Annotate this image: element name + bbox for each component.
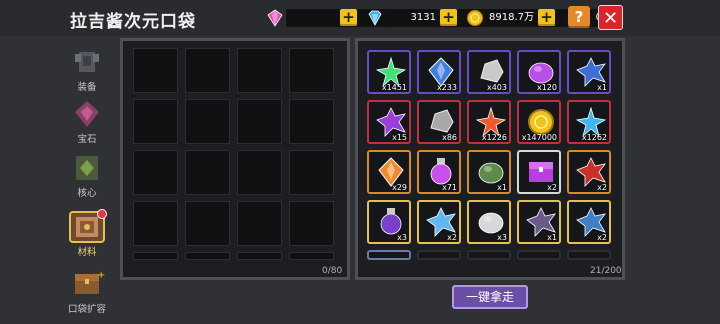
inventory-item[interactable]: x2 <box>517 150 561 194</box>
material-icon <box>69 209 107 243</box>
inventory-item[interactable]: x1262 <box>567 100 611 144</box>
item-quantity: x86 <box>442 133 457 142</box>
gold-plus-button[interactable]: + <box>538 9 555 26</box>
pocket-slot[interactable] <box>289 99 334 144</box>
pocket-slot[interactable] <box>133 150 178 195</box>
inventory-item[interactable]: x233 <box>417 50 461 94</box>
pocket-slot[interactable] <box>289 150 334 195</box>
item-quantity: x2 <box>447 233 457 242</box>
pocket-slot[interactable] <box>133 99 178 144</box>
gem-icon <box>69 98 105 130</box>
item-quantity: x3 <box>497 233 507 242</box>
inventory-item[interactable]: x29 <box>367 150 411 194</box>
inventory-item[interactable]: x86 <box>417 100 461 144</box>
pink-gem-icon <box>267 9 283 27</box>
nav-equipment[interactable]: 装备 <box>62 46 112 93</box>
diamond-plus-button[interactable]: + <box>440 9 457 26</box>
gold-coin-icon <box>466 9 484 27</box>
inventory-item[interactable]: x1 <box>467 150 511 194</box>
pocket-slot[interactable] <box>133 48 178 93</box>
nav-materials[interactable]: 材料 <box>62 209 112 258</box>
item-quantity: x1 <box>497 183 507 192</box>
inventory-item[interactable]: x403 <box>467 50 511 94</box>
inventory-item[interactable]: x3 <box>467 200 511 244</box>
pocket-slot[interactable] <box>133 201 178 246</box>
inventory-item[interactable]: x2 <box>567 150 611 194</box>
pocket-slot[interactable] <box>185 201 230 246</box>
inventory-item[interactable]: x1451 <box>367 50 411 94</box>
inventory-slot-clipped <box>367 250 411 260</box>
pocket-capacity: 0/80 <box>322 266 343 276</box>
page-title: 拉吉酱次元口袋 <box>70 12 196 32</box>
item-quantity: x147000 <box>521 133 557 142</box>
inventory-slot-clipped <box>467 250 511 260</box>
inventory-item[interactable]: x15 <box>367 100 411 144</box>
pocket-slot[interactable] <box>185 99 230 144</box>
pocket-slot[interactable] <box>185 150 230 195</box>
item-quantity: x3 <box>397 233 407 242</box>
item-quantity: x2 <box>597 233 607 242</box>
take-all-button[interactable]: 一键拿走 <box>452 285 528 309</box>
nav-materials-badge <box>97 209 107 219</box>
nav-core[interactable]: 核心 <box>62 152 112 199</box>
item-quantity: x15 <box>392 133 407 142</box>
item-quantity: x1451 <box>381 83 407 92</box>
pocket-slot[interactable] <box>237 99 282 144</box>
item-quantity: x1262 <box>581 133 607 142</box>
inventory-item[interactable]: x147000 <box>517 100 561 144</box>
nav-materials-label: 材料 <box>77 247 97 258</box>
blue-diamond-icon <box>368 10 382 26</box>
pocket-slot[interactable] <box>289 201 334 246</box>
inventory-item[interactable]: x71 <box>417 150 461 194</box>
nav-gems[interactable]: 宝石 <box>62 98 112 145</box>
item-quantity: x2 <box>597 183 607 192</box>
inventory-capacity: 21/200 <box>590 266 622 276</box>
inventory-item[interactable]: x2 <box>417 200 461 244</box>
diamond-value: 3131 <box>386 9 440 27</box>
inventory-item[interactable]: x3 <box>367 200 411 244</box>
chest-icon: + <box>69 268 105 300</box>
gem-plus-button[interactable]: + <box>340 9 357 26</box>
inventory-item[interactable]: x120 <box>517 50 561 94</box>
nav-core-label: 核心 <box>77 188 97 199</box>
core-icon <box>69 152 105 184</box>
pocket-slot[interactable] <box>289 252 334 260</box>
svg-text:+: + <box>97 270 105 281</box>
inventory-slot-clipped <box>417 250 461 260</box>
pocket-slot[interactable] <box>237 150 282 195</box>
item-quantity: x1 <box>547 233 557 242</box>
inventory-item[interactable]: x1226 <box>467 100 511 144</box>
inventory-item[interactable]: x1 <box>567 50 611 94</box>
item-quantity: x2 <box>547 183 557 192</box>
item-quantity: x233 <box>436 83 457 92</box>
pocket-slot[interactable] <box>133 252 178 260</box>
nav-expand-label: 口袋扩容 <box>67 304 106 315</box>
nav-expand[interactable]: + 口袋扩容 <box>62 268 112 315</box>
armor-icon <box>69 46 105 78</box>
item-quantity: x1226 <box>481 133 507 142</box>
inventory-slot-clipped <box>517 250 561 260</box>
pocket-slot[interactable] <box>185 48 230 93</box>
pocket-slot[interactable] <box>237 252 282 260</box>
pocket-slot[interactable] <box>237 201 282 246</box>
nav-equipment-label: 装备 <box>77 82 97 93</box>
pocket-slot[interactable] <box>237 48 282 93</box>
item-quantity: x403 <box>486 83 507 92</box>
inventory-item[interactable]: x2 <box>567 200 611 244</box>
item-quantity: x1 <box>597 83 607 92</box>
inventory-slot-clipped <box>567 250 611 260</box>
pocket-slot[interactable] <box>289 48 334 93</box>
nav-gems-label: 宝石 <box>77 134 97 145</box>
item-quantity: x71 <box>442 183 457 192</box>
gold-value: 8918.7万 <box>486 9 538 27</box>
help-button[interactable]: ? <box>568 6 590 28</box>
item-quantity: x120 <box>536 83 557 92</box>
pocket-slot[interactable] <box>185 252 230 260</box>
item-quantity: x29 <box>392 183 407 192</box>
close-button[interactable]: ✕ <box>598 5 623 30</box>
inventory-item[interactable]: x1 <box>517 200 561 244</box>
